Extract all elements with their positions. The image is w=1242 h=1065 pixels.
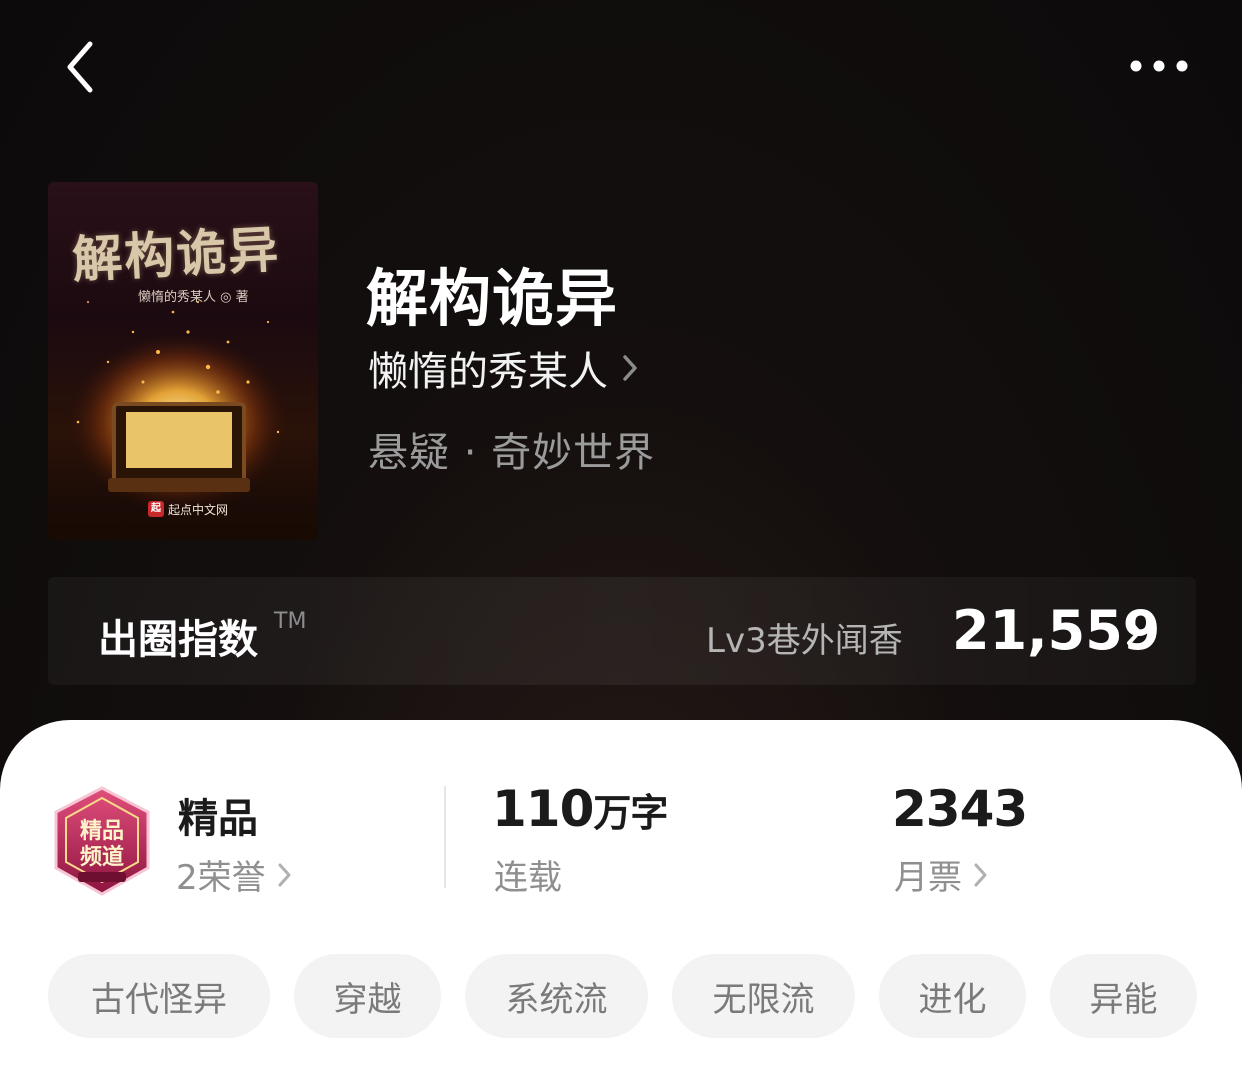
serial-status-text: 连载 <box>494 858 562 898</box>
stat-divider <box>444 786 446 888</box>
word-count-unit: 万字 <box>593 791 668 835</box>
honors-count: 2荣誉 <box>176 858 266 898</box>
cover-publisher-logo: 起 起点中文网 <box>148 500 228 518</box>
popularity-bar[interactable]: 出圈指数 TM Lv3巷外闻香 21,559 <box>48 577 1196 685</box>
cover-author: 懒惰的秀某人 ◎ 著 <box>138 290 249 305</box>
tag-chip[interactable]: 进化 <box>879 954 1026 1038</box>
book-cover[interactable]: 解构诡异 懒惰的秀某人 ◎ 著 起 起点中文网 <box>48 182 318 540</box>
tag-chip[interactable]: 异能 <box>1050 954 1197 1038</box>
popularity-level: Lv3巷外闻香 <box>706 621 903 661</box>
monthly-tickets-link[interactable]: 月票 <box>894 850 990 899</box>
chevron-right-icon <box>278 863 291 886</box>
more-button[interactable] <box>1124 48 1194 84</box>
svg-text:频道: 频道 <box>80 844 124 870</box>
book-genre: 悬疑 · 奇妙世界 <box>368 430 656 476</box>
tag-chip[interactable]: 古代怪异 <box>48 954 270 1038</box>
word-count: 110万字 <box>492 780 668 838</box>
info-card: 精品 频道 精品 2荣誉 110万字 连载 2343 月票 古代怪异 穿越 系统… <box>0 720 1242 1065</box>
chevron-right-icon <box>974 863 987 886</box>
tag-chip[interactable]: 穿越 <box>294 954 441 1038</box>
quality-badge-icon[interactable]: 精品 频道 <box>50 784 154 904</box>
publisher-mark-icon: 起 <box>148 501 164 517</box>
chevron-left-icon <box>67 41 93 93</box>
monthly-tickets-count: 2343 <box>892 780 1028 838</box>
tag-chip[interactable]: 系统流 <box>465 954 648 1038</box>
monthly-tickets-label: 月票 <box>894 858 962 898</box>
book-title: 解构诡异 <box>366 262 619 335</box>
honors-link[interactable]: 2荣誉 <box>176 850 294 899</box>
back-button[interactable] <box>58 38 106 96</box>
chevron-right-icon <box>623 355 637 381</box>
word-count-number: 110 <box>492 780 594 838</box>
popularity-label: 出圈指数 <box>98 617 258 663</box>
svg-text:精品: 精品 <box>80 818 124 844</box>
cover-title: 解构诡异 <box>70 219 282 290</box>
cover-publisher: 起点中文网 <box>168 502 229 517</box>
more-dots-icon <box>1130 60 1188 72</box>
quality-title: 精品 <box>178 796 258 842</box>
chevron-right-icon <box>1127 619 1141 645</box>
author-link[interactable]: 懒惰的秀某人 <box>368 342 640 395</box>
tag-chip[interactable]: 无限流 <box>672 954 855 1038</box>
trademark-mark: TM <box>274 609 307 634</box>
author-name: 懒惰的秀某人 <box>368 349 608 395</box>
serial-status: 连载 <box>494 850 562 899</box>
